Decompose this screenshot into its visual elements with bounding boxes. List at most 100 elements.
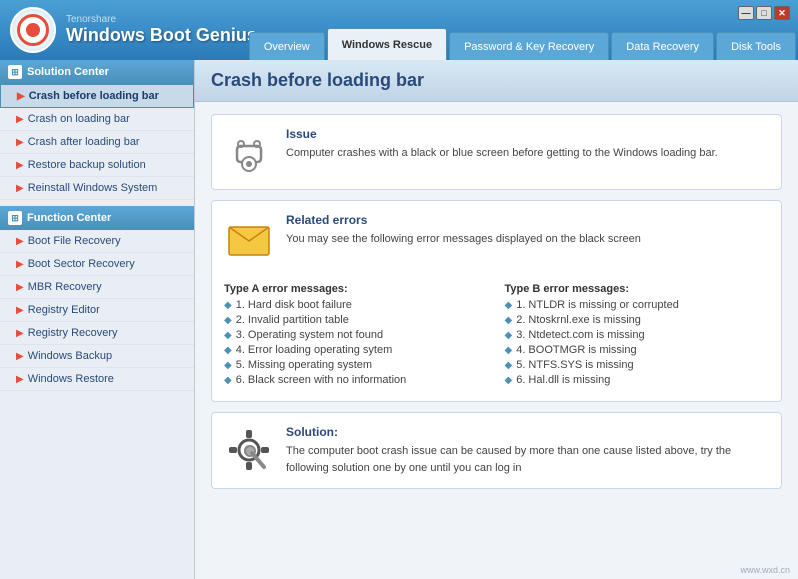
function-center-icon: ⊞ bbox=[8, 211, 22, 225]
crash-after-label: Crash after loading bar bbox=[28, 136, 140, 148]
diamond-icon: ◆ bbox=[224, 360, 232, 371]
arrow-icon: ▶ bbox=[16, 137, 24, 148]
app-title-area: Tenorshare Windows Boot Genius bbox=[66, 14, 257, 46]
arrow-icon: ▶ bbox=[16, 282, 24, 293]
solution-center-label: Solution Center bbox=[27, 66, 109, 78]
title-bar: Tenorshare Windows Boot Genius Overview … bbox=[0, 0, 798, 60]
related-errors-card: Related errors You may see the following… bbox=[211, 200, 782, 402]
registry-recovery-label: Registry Recovery bbox=[28, 327, 118, 339]
close-button[interactable]: ✕ bbox=[774, 6, 790, 20]
nav-tabs: Overview Windows Rescue Password & Key R… bbox=[249, 28, 798, 60]
content-body: Issue Computer crashes with a black or b… bbox=[195, 102, 798, 579]
diamond-icon: ◆ bbox=[224, 330, 232, 341]
watermark: www.wxd.cn bbox=[740, 565, 790, 575]
issue-content: Issue Computer crashes with a black or b… bbox=[286, 127, 769, 177]
error-a-4: ◆4. Error loading operating sytem bbox=[224, 344, 489, 356]
sidebar-item-restore-backup[interactable]: ▶ Restore backup solution bbox=[0, 154, 194, 177]
windows-backup-label: Windows Backup bbox=[28, 350, 112, 362]
sidebar-item-crash-on[interactable]: ▶ Crash on loading bar bbox=[0, 108, 194, 131]
function-center-header: ⊞ Function Center bbox=[0, 206, 194, 230]
diamond-icon: ◆ bbox=[505, 300, 513, 311]
content-area: Crash before loading bar bbox=[195, 60, 798, 579]
related-errors-content: Related errors You may see the following… bbox=[286, 213, 769, 248]
error-col-a: Type A error messages: ◆1. Hard disk boo… bbox=[224, 283, 489, 389]
arrow-icon: ▶ bbox=[16, 114, 24, 125]
sidebar-item-windows-backup[interactable]: ▶ Windows Backup bbox=[0, 345, 194, 368]
function-center-label: Function Center bbox=[27, 212, 111, 224]
restore-backup-label: Restore backup solution bbox=[28, 159, 146, 171]
tab-password-recovery[interactable]: Password & Key Recovery bbox=[449, 32, 609, 60]
diamond-icon: ◆ bbox=[505, 330, 513, 341]
related-errors-text: You may see the following error messages… bbox=[286, 231, 769, 248]
sidebar-item-boot-file[interactable]: ▶ Boot File Recovery bbox=[0, 230, 194, 253]
arrow-icon: ▶ bbox=[16, 374, 24, 385]
diamond-icon: ◆ bbox=[505, 375, 513, 386]
window-controls: — □ ✕ bbox=[738, 6, 790, 20]
arrow-icon: ▶ bbox=[16, 351, 24, 362]
minimize-button[interactable]: — bbox=[738, 6, 754, 20]
solution-title: Solution: bbox=[286, 425, 769, 439]
related-errors-title: Related errors bbox=[286, 213, 769, 227]
type-b-heading: Type B error messages: bbox=[505, 283, 770, 295]
crash-before-label: Crash before loading bar bbox=[29, 90, 159, 102]
sidebar-item-mbr-recovery[interactable]: ▶ MBR Recovery bbox=[0, 276, 194, 299]
sidebar-item-boot-sector[interactable]: ▶ Boot Sector Recovery bbox=[0, 253, 194, 276]
sidebar-item-crash-after[interactable]: ▶ Crash after loading bar bbox=[0, 131, 194, 154]
arrow-icon: ▶ bbox=[16, 183, 24, 194]
diamond-icon: ◆ bbox=[505, 345, 513, 356]
diamond-icon: ◆ bbox=[505, 360, 513, 371]
page-title: Crash before loading bar bbox=[211, 70, 782, 91]
issue-text: Computer crashes with a black or blue sc… bbox=[286, 145, 769, 162]
maximize-button[interactable]: □ bbox=[756, 6, 772, 20]
content-header: Crash before loading bar bbox=[195, 60, 798, 102]
error-columns: Type A error messages: ◆1. Hard disk boo… bbox=[224, 283, 769, 389]
boot-file-label: Boot File Recovery bbox=[28, 235, 121, 247]
diamond-icon: ◆ bbox=[224, 345, 232, 356]
arrow-icon: ▶ bbox=[16, 236, 24, 247]
error-a-6: ◆6. Black screen with no information bbox=[224, 374, 489, 386]
crash-on-label: Crash on loading bar bbox=[28, 113, 130, 125]
tab-overview[interactable]: Overview bbox=[249, 32, 325, 60]
reinstall-windows-label: Reinstall Windows System bbox=[28, 182, 158, 194]
tab-disk-tools[interactable]: Disk Tools bbox=[716, 32, 796, 60]
error-a-5: ◆5. Missing operating system bbox=[224, 359, 489, 371]
sidebar-item-reinstall-windows[interactable]: ▶ Reinstall Windows System bbox=[0, 177, 194, 200]
arrow-icon: ▶ bbox=[16, 259, 24, 270]
type-a-heading: Type A error messages: bbox=[224, 283, 489, 295]
error-b-5: ◆5. NTFS.SYS is missing bbox=[505, 359, 770, 371]
sidebar: ⊞ Solution Center ▶ Crash before loading… bbox=[0, 60, 195, 579]
sidebar-item-windows-restore[interactable]: ▶ Windows Restore bbox=[0, 368, 194, 391]
diamond-icon: ◆ bbox=[224, 375, 232, 386]
logo-inner bbox=[17, 14, 49, 46]
solution-content: Solution: The computer boot crash issue … bbox=[286, 425, 769, 476]
error-b-1: ◆1. NTLDR is missing or corrupted bbox=[505, 299, 770, 311]
issue-card: Issue Computer crashes with a black or b… bbox=[211, 114, 782, 190]
diamond-icon: ◆ bbox=[505, 315, 513, 326]
solution-center-icon: ⊞ bbox=[8, 65, 22, 79]
error-a-2: ◆2. Invalid partition table bbox=[224, 314, 489, 326]
arrow-icon: ▶ bbox=[16, 305, 24, 316]
tab-windows-rescue[interactable]: Windows Rescue bbox=[327, 28, 447, 60]
mbr-recovery-label: MBR Recovery bbox=[28, 281, 102, 293]
sidebar-item-crash-before[interactable]: ▶ Crash before loading bar bbox=[0, 84, 194, 108]
solution-text: The computer boot crash issue can be cau… bbox=[286, 443, 769, 476]
error-a-3: ◆3. Operating system not found bbox=[224, 329, 489, 341]
diamond-icon: ◆ bbox=[224, 300, 232, 311]
error-b-6: ◆6. Hal.dll is missing bbox=[505, 374, 770, 386]
sidebar-item-registry-recovery[interactable]: ▶ Registry Recovery bbox=[0, 322, 194, 345]
app-logo bbox=[10, 7, 56, 53]
issue-icon bbox=[224, 127, 274, 177]
boot-sector-label: Boot Sector Recovery bbox=[28, 258, 135, 270]
error-b-2: ◆2. Ntoskrnl.exe is missing bbox=[505, 314, 770, 326]
arrow-icon: ▶ bbox=[17, 91, 25, 102]
solution-center-header: ⊞ Solution Center bbox=[0, 60, 194, 84]
diamond-icon: ◆ bbox=[224, 315, 232, 326]
company-name: Tenorshare bbox=[66, 14, 257, 25]
sidebar-item-registry-editor[interactable]: ▶ Registry Editor bbox=[0, 299, 194, 322]
arrow-icon: ▶ bbox=[16, 160, 24, 171]
related-errors-icon bbox=[224, 213, 274, 263]
error-a-1: ◆1. Hard disk boot failure bbox=[224, 299, 489, 311]
tab-data-recovery[interactable]: Data Recovery bbox=[611, 32, 714, 60]
app-name: Windows Boot Genius bbox=[66, 25, 257, 46]
solution-card: Solution: The computer boot crash issue … bbox=[211, 412, 782, 489]
